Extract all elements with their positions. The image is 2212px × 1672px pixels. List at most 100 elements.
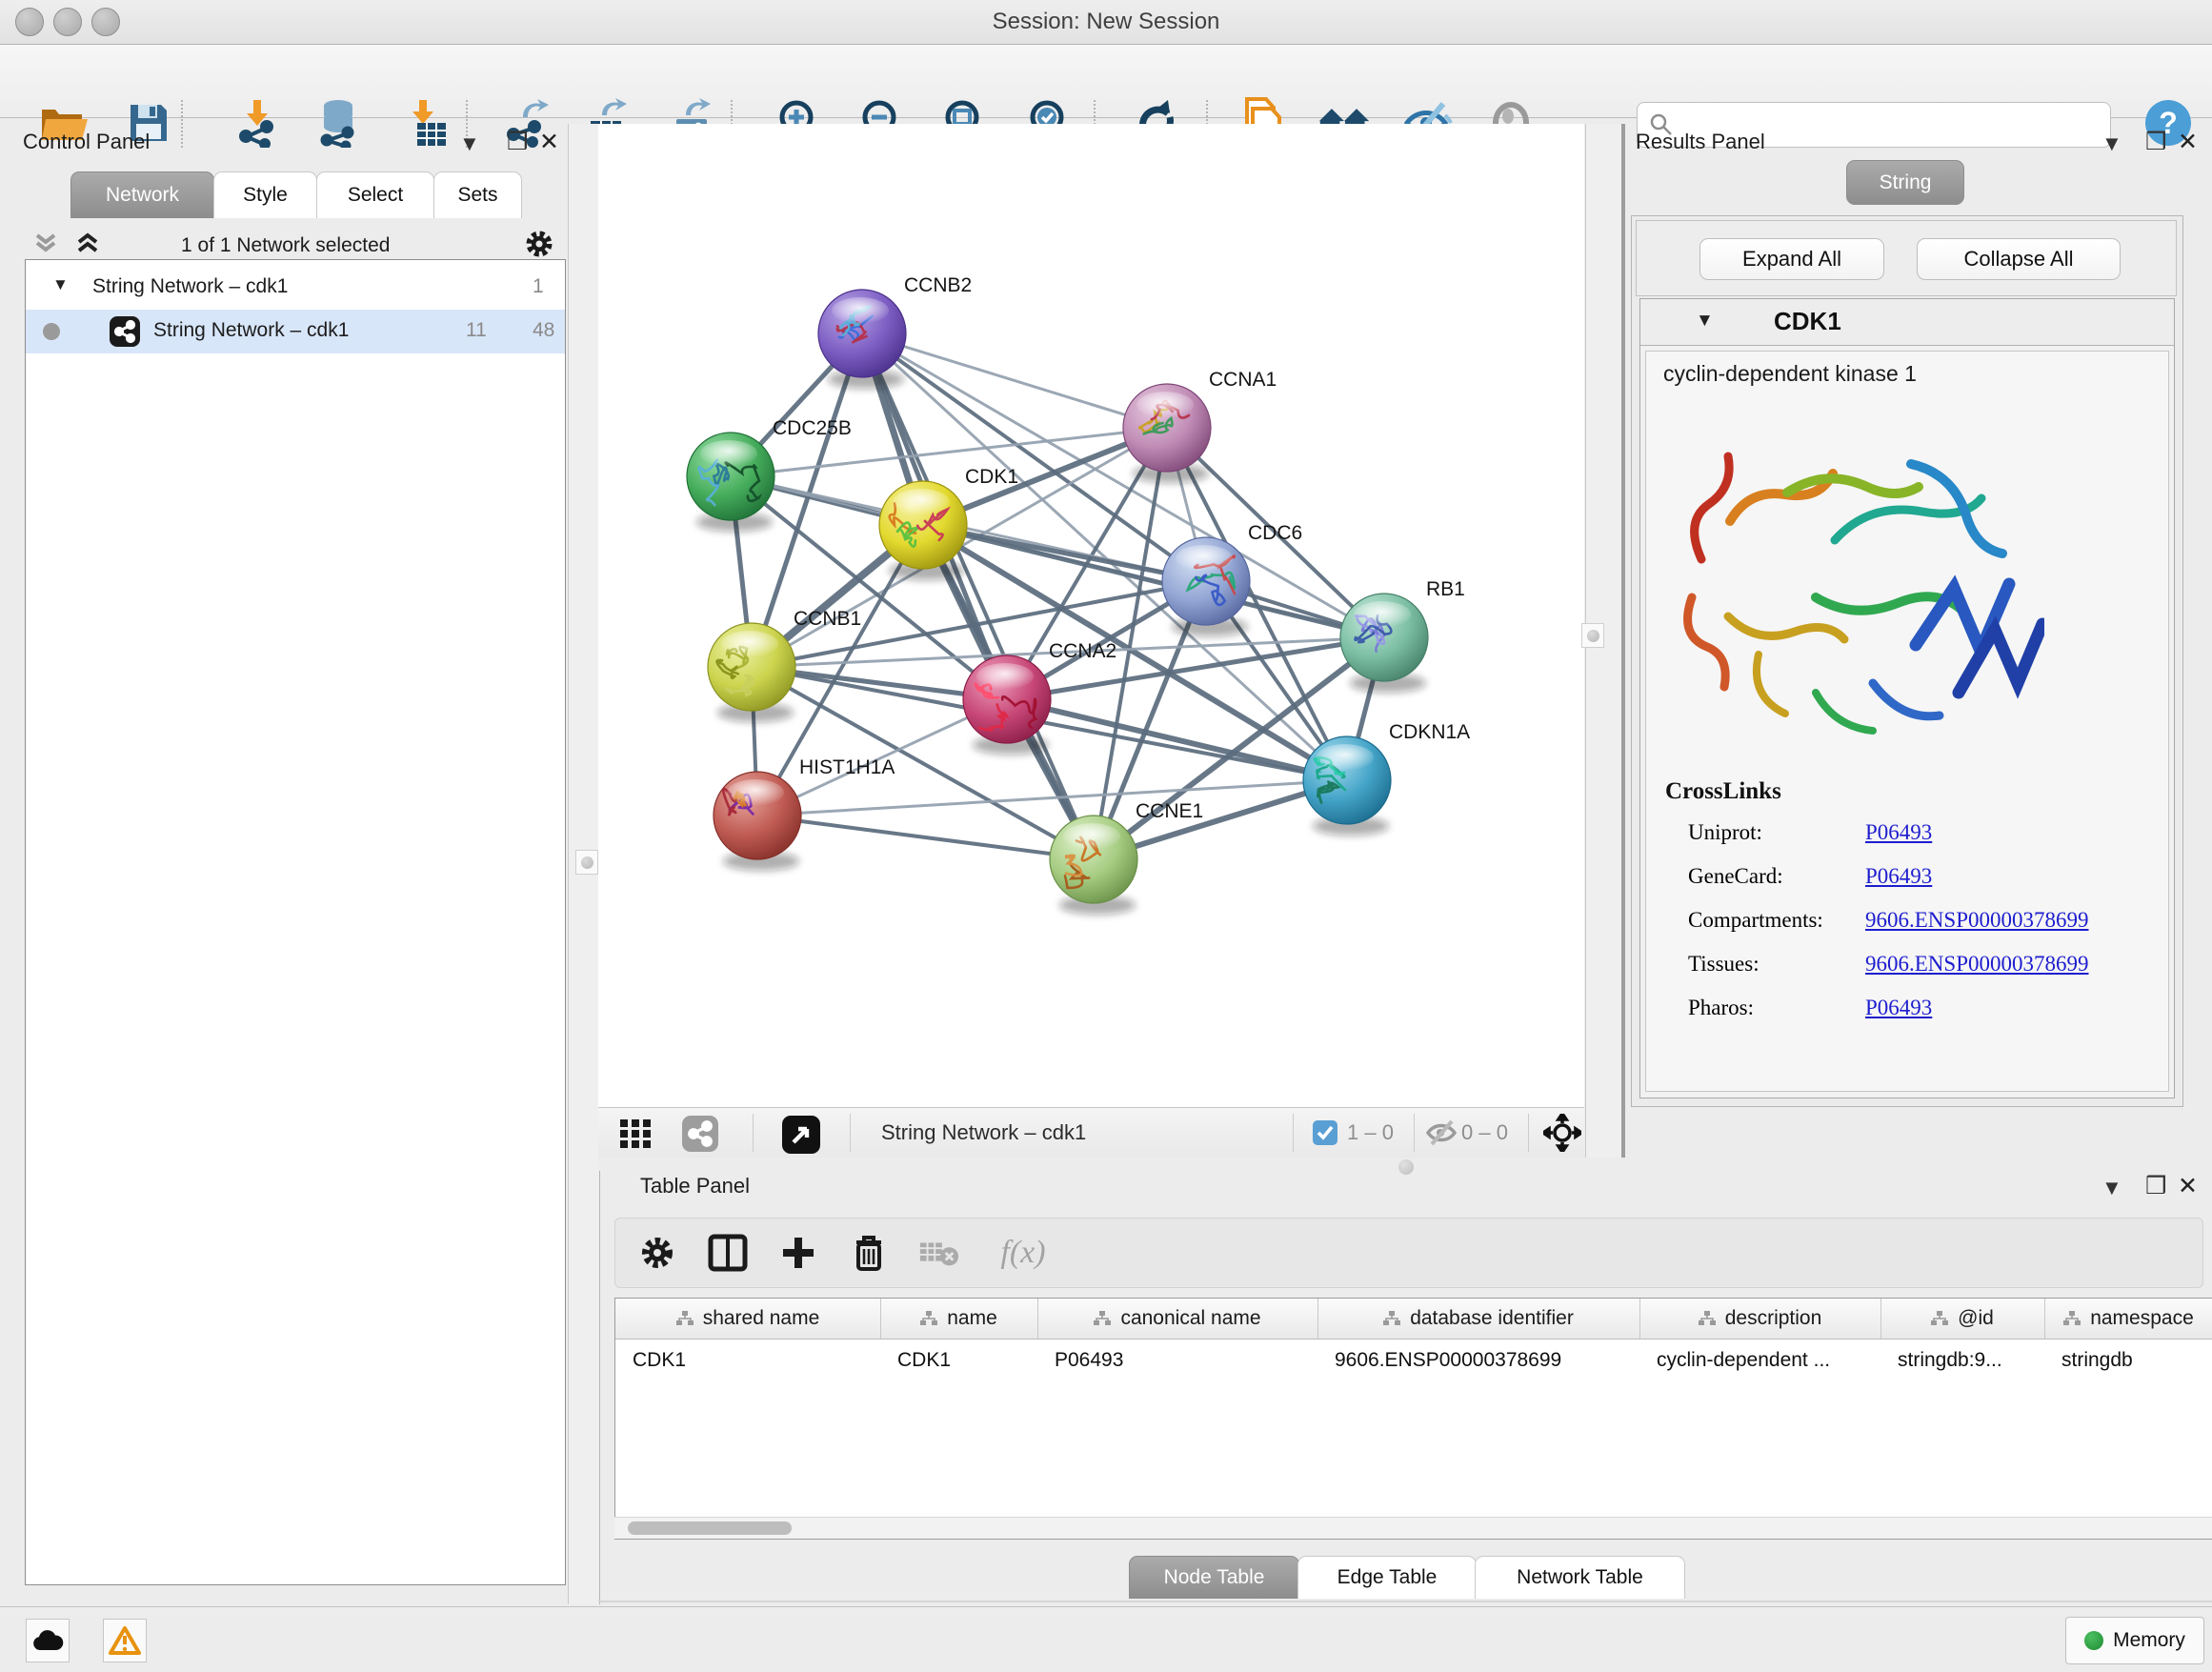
column-type-icon (676, 1311, 694, 1326)
protein-card: ▼ CDK1 cyclin-dependent kinase 1 (1639, 298, 2175, 1098)
import-table-file-icon[interactable] (399, 94, 452, 151)
crosslink-label: Tissues: (1688, 952, 1760, 977)
protein-description: cyclin-dependent kinase 1 (1663, 361, 1917, 387)
table-panel-close-icon[interactable]: ✕ (2178, 1172, 2198, 1200)
node-label: CDK1 (965, 466, 1018, 488)
fit-content-crosshair-icon[interactable] (1543, 1114, 1581, 1152)
table-panel-title: Table Panel (640, 1174, 750, 1199)
network-graph[interactable]: CCNB2CCNA1CDC25BCDK1CDC6RB1CCNB1CCNA2CDK… (598, 124, 1584, 1107)
hidden-eye-icon[interactable] (1425, 1118, 1459, 1153)
control-panel-collapse-icon[interactable]: ▼ (459, 131, 480, 156)
results-panel-body: Expand All Collapse All ▼ CDK1 cyclin-de… (1631, 215, 2183, 1107)
network-row-selected[interactable]: String Network – cdk1 11 48 (26, 310, 565, 353)
table-cell[interactable]: P06493 (1037, 1339, 1317, 1382)
network-canvas[interactable]: CCNB2CCNA1CDC25BCDK1CDC6RB1CCNB1CCNA2CDK… (598, 124, 1584, 1107)
results-tab-string[interactable]: String (1846, 160, 1964, 205)
crosslink-genecard-link[interactable]: P06493 (1865, 864, 1932, 889)
collection-expand-icon[interactable]: ▼ (52, 275, 69, 294)
control-panel-float-icon[interactable]: ❒ (507, 128, 528, 156)
column-header-database-identifier[interactable]: database identifier (1317, 1299, 1639, 1340)
tab-select[interactable]: Select (316, 171, 434, 218)
delete-column-trash-icon[interactable] (848, 1232, 890, 1274)
crosslink-label: Compartments: (1688, 908, 1823, 933)
network-options-gear-icon[interactable] (520, 225, 558, 263)
tab-network[interactable]: Network (70, 171, 214, 218)
network-node-cdkn1a[interactable]: CDKN1A (1303, 721, 1470, 836)
column-header-id[interactable]: @id (1880, 1299, 2044, 1340)
crosslink-tissues-link[interactable]: 9606.ENSP00000378699 (1865, 952, 2089, 977)
application-window: Session: New Session (0, 0, 2212, 1671)
table-cell[interactable]: stringdb:9... (1880, 1339, 2044, 1382)
memory-button[interactable]: Memory (2065, 1617, 2204, 1664)
tab-node-table[interactable]: Node Table (1129, 1556, 1299, 1599)
horizontal-splitter-handle[interactable] (1398, 1159, 1414, 1175)
show-columns-icon[interactable] (707, 1232, 749, 1274)
table-cell[interactable]: stringdb (2044, 1339, 2212, 1382)
network-node-ccnb1[interactable]: CCNB1 (708, 608, 861, 722)
network-share-icon[interactable] (682, 1116, 716, 1150)
column-header-name[interactable]: name (880, 1299, 1037, 1340)
table-cell[interactable]: CDK1 (880, 1339, 1037, 1382)
results-panel-collapse-icon[interactable]: ▼ (2101, 131, 2122, 156)
right-splitter-handle[interactable] (1581, 623, 1604, 648)
column-header-shared-name[interactable]: shared name (615, 1299, 880, 1340)
column-header-description[interactable]: description (1639, 1299, 1880, 1340)
table-panel-float-icon[interactable]: ❒ (2145, 1172, 2166, 1200)
left-splitter-handle[interactable] (575, 850, 598, 875)
network-node-ccna1[interactable]: CCNA1 (1123, 369, 1277, 483)
network-edge-count: 48 (533, 319, 554, 342)
selected-checkbox-icon[interactable] (1313, 1120, 1337, 1145)
network-row-label: String Network – cdk1 (153, 319, 349, 342)
table-settings-gear-icon[interactable] (636, 1232, 678, 1274)
network-list: ▼ String Network – cdk1 1 String Network… (25, 259, 566, 1585)
warning-icon[interactable] (103, 1619, 147, 1662)
table-horizontal-scrollbar[interactable] (614, 1517, 2212, 1539)
crosslink-uniprot-link[interactable]: P06493 (1865, 820, 1932, 845)
import-network-file-icon[interactable] (231, 94, 285, 151)
toolbar-separator (1293, 1114, 1294, 1152)
scrollbar-thumb[interactable] (628, 1521, 792, 1535)
crosslink-compartments-link[interactable]: 9606.ENSP00000378699 (1865, 908, 2089, 933)
panel-divider (1621, 124, 1625, 1158)
node-label: CDKN1A (1389, 721, 1470, 743)
table-cell[interactable]: cyclin-dependent ... (1639, 1339, 1880, 1382)
expand-all-button[interactable]: Expand All (1699, 238, 1884, 280)
column-header-namespace[interactable]: namespace (2044, 1299, 2212, 1340)
expand-all-networks-icon[interactable] (70, 227, 105, 261)
column-type-icon (1383, 1311, 1400, 1326)
protein-card-collapse-icon[interactable]: ▼ (1696, 311, 1714, 332)
grid-view-icon[interactable] (618, 1116, 653, 1150)
control-panel-close-icon[interactable]: ✕ (539, 128, 559, 156)
network-collection-row[interactable]: ▼ String Network – cdk1 1 (26, 266, 565, 310)
tab-network-table[interactable]: Network Table (1475, 1556, 1685, 1599)
table-cell[interactable]: CDK1 (615, 1339, 880, 1382)
column-header-canonical-name[interactable]: canonical name (1037, 1299, 1317, 1340)
tab-edge-table[interactable]: Edge Table (1297, 1556, 1477, 1599)
column-type-icon (920, 1311, 937, 1326)
tab-sets[interactable]: Sets (433, 171, 522, 218)
horizontal-splitter[interactable] (598, 1158, 1584, 1171)
hidden-counts: 0 – 0 (1461, 1108, 1508, 1158)
results-panel-close-icon[interactable]: ✕ (2178, 128, 2198, 156)
network-node-ccnb2[interactable]: CCNB2 (818, 274, 972, 389)
add-column-icon[interactable] (777, 1232, 819, 1274)
memory-status-dot-icon (2084, 1631, 2103, 1650)
status-bar: Memory (0, 1606, 2212, 1672)
node-label: CDC6 (1248, 522, 1302, 544)
node-label: CCNB1 (794, 608, 861, 630)
crosslink-label: Uniprot: (1688, 820, 1762, 845)
network-node-rb1[interactable]: RB1 (1340, 578, 1465, 693)
cloud-status-icon[interactable] (26, 1619, 70, 1662)
collapse-all-button[interactable]: Collapse All (1917, 238, 2121, 280)
results-panel-float-icon[interactable]: ❒ (2145, 128, 2166, 156)
table-panel-collapse-icon[interactable]: ▼ (2101, 1176, 2122, 1200)
import-network-database-icon[interactable] (312, 94, 365, 151)
window-title: Session: New Session (0, 0, 2212, 44)
table-cell[interactable]: 9606.ENSP00000378699 (1317, 1339, 1639, 1382)
crosslink-pharos-link[interactable]: P06493 (1865, 996, 1932, 1020)
panel-bottom-divider (598, 1601, 2212, 1602)
collapse-all-networks-icon[interactable] (29, 227, 63, 261)
tab-style[interactable]: Style (213, 171, 317, 218)
network-node-cdc6[interactable]: CDC6 (1162, 522, 1302, 636)
birds-eye-view-icon[interactable] (782, 1116, 816, 1150)
